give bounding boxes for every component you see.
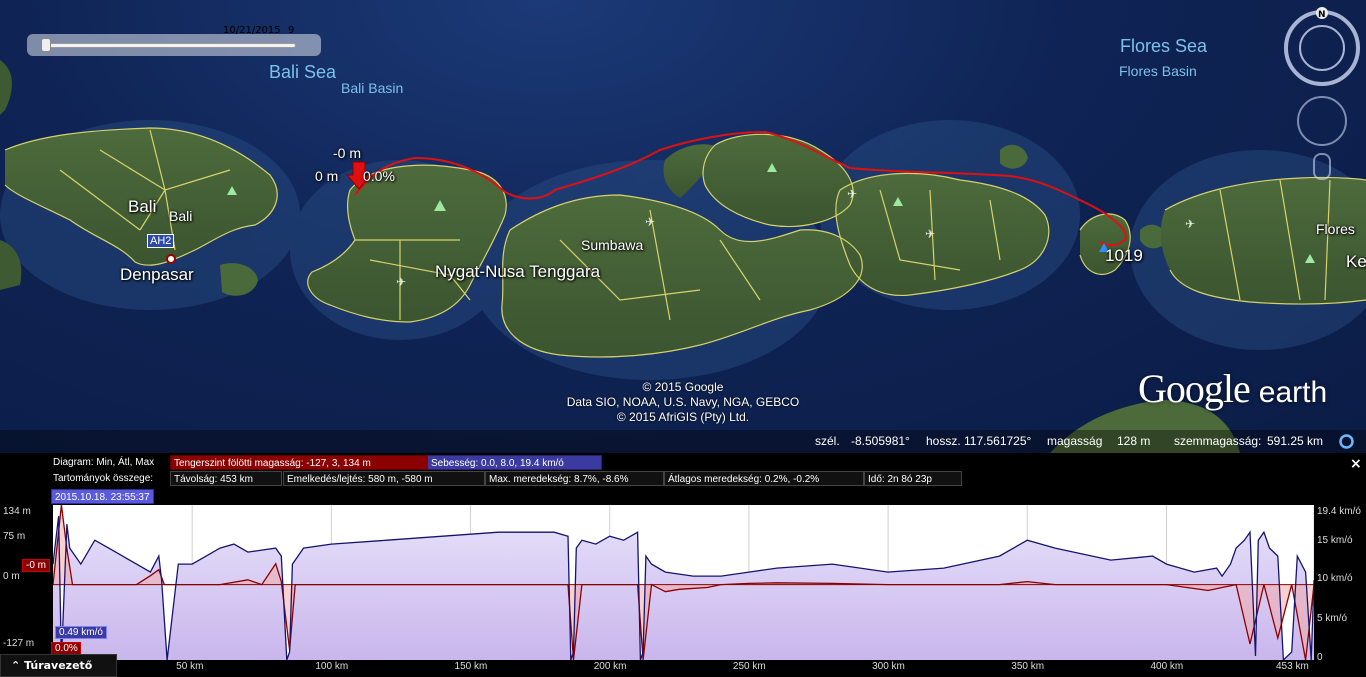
credit-line-1: © 2015 Google [642,380,724,394]
cursor-date: 2015.10.18. 23:55:37 [51,489,154,504]
speed-stats-badge[interactable]: Sebesség: 0.0, 8.0, 19.4 km/ó [427,455,602,470]
max-slope-stat: Max. meredekség: 8.7%, -8.6% [485,471,664,486]
duration-stat: Idő: 2n 8ó 23p [864,471,962,486]
map-view[interactable]: ✈ ✈ ✈ ✈ ✈ Bali Sea Bali Basin Flores Sea Fl… [0,0,1366,453]
lat-label: szél. [815,434,840,448]
range-sum-label: Tartományok összege: [53,473,154,484]
marker-slope-label: 0.0% [363,168,395,184]
elevation-value: 128 m [1117,434,1151,448]
zoom-slider [1313,153,1331,180]
svg-text:✈: ✈ [925,227,935,241]
look-joystick [1297,96,1347,146]
label-ah2-shield: AH2 [147,234,175,248]
time-slider-date: 10/21/2015 [223,25,281,36]
label-flores-sea: Flores Sea [1120,36,1208,56]
gain-loss-stat: Emelkedés/lejtés: 580 m, -580 m [283,471,485,486]
google-earth-logo: Google earth [1138,365,1327,412]
label-flores-basin: Flores Basin [1119,63,1197,79]
altitude-current-badge: -0 m [22,559,50,572]
altitude-stats-badge[interactable]: Tengerszint fölötti magasság: -127, 3, 1… [170,455,428,470]
chevron-up-icon: ⌃ [11,659,21,672]
x-tick-label: 453 km [1276,661,1309,672]
svg-text:✈: ✈ [645,215,655,229]
avg-slope-stat: Átlagos meredekség: 0.2%, -0.2% [664,471,864,486]
marker-left-label: 0 m [315,168,339,184]
label-bali-region: Bali [169,208,193,224]
time-slider-thumb[interactable] [41,38,51,52]
y-right-tick: 5 km/ó [1317,613,1348,624]
x-tick-label: 50 km [176,661,204,672]
x-tick-label: 200 km [593,661,627,672]
x-tick-label: 250 km [732,661,766,672]
svg-text:✈: ✈ [396,275,406,289]
x-tick-label: 100 km [315,661,349,672]
label-ke: Ke [1346,252,1366,271]
eye-altitude-label: szemmagasság: [1174,434,1262,448]
distance-stat: Távolság: 453 km [170,471,282,486]
navigation-controls[interactable]: N [1280,6,1364,181]
svg-text:N: N [1318,10,1326,20]
elevation-chart[interactable] [52,504,1315,662]
y-right-tick: 15 km/ó [1317,535,1353,546]
tour-guide-button[interactable]: ⌃ Túravezető [0,654,117,677]
end-point-label: 1019 [1105,246,1143,265]
time-slider-track[interactable] [47,43,296,48]
y-right-tick: 19.4 km/ó [1317,506,1361,517]
x-tick-label: 350 km [1011,661,1045,672]
y-left-tick: -127 m [3,638,35,649]
y-left-tick: 134 m [3,506,31,517]
logo-google: Google [1138,366,1251,411]
streaming-icon [1339,434,1354,449]
label-sumbawa: Sumbawa [581,237,644,253]
elevation-chart-svg[interactable] [52,504,1315,662]
svg-text:✈: ✈ [1185,217,1195,231]
tour-guide-label: Túravezető [24,659,93,672]
time-slider[interactable]: 10/21/2015 9 [27,25,321,56]
lon-value: 117.561725° [964,434,1032,448]
label-bali-sea: Bali Sea [269,62,337,82]
lat-value: -8.505981° [851,434,910,448]
diagram-legend-label: Diagram: Min, Átl, Max [53,457,155,468]
y-left-tick: 75 m [3,531,26,542]
logo-earth: earth [1258,376,1328,409]
eye-altitude-value: 591.25 km [1267,434,1324,448]
y-right-tick: 0 [1317,652,1323,663]
marker-altitude-label: -0 m [333,145,361,161]
time-slider-value: 9 [288,25,295,36]
lon-label: hossz. [926,434,961,448]
svg-text:✈: ✈ [847,187,857,201]
elevation-profile-panel: Diagram: Min, Átl, Max Tengerszint fölöt… [0,453,1366,677]
x-tick-label: 300 km [872,661,905,672]
label-nygat-nusa-tenggara: Nygat-Nusa Tenggara [435,262,601,281]
status-bar: szél. -8.505981° hossz. 117.561725° maga… [0,430,1366,453]
elevation-label: magasság [1047,434,1103,448]
credit-line-2: Data SIO, NOAA, U.S. Navy, NGA, GEBCO [566,395,800,409]
compass-ring [1284,10,1360,86]
speed-current-badge: 0.49 km/ó [55,626,107,639]
y-right-tick: 10 km/ó [1317,573,1353,584]
x-tick-label: 150 km [454,661,488,672]
label-bali-island: Bali [128,197,157,216]
close-profile-icon[interactable]: × [1350,456,1362,472]
x-tick-label: 400 km [1150,661,1184,672]
label-bali-basin: Bali Basin [341,80,404,96]
y-left-tick: 0 m [3,571,20,582]
label-flores: Flores [1316,221,1355,237]
label-denpasar: Denpasar [120,265,194,284]
credit-line-3: © 2015 AfriGIS (Pty) Ltd. [616,410,750,424]
